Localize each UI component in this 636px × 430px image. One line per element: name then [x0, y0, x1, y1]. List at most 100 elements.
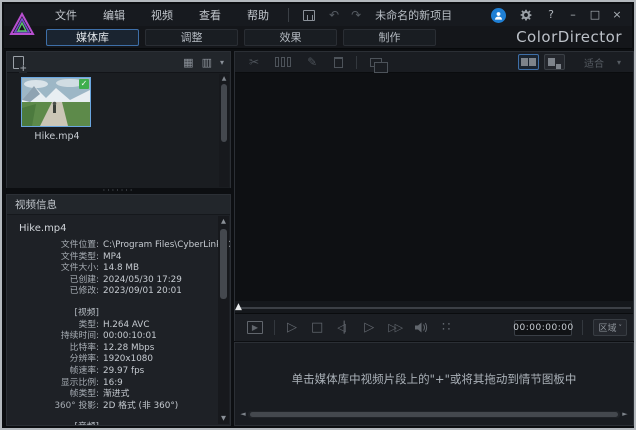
app-logo — [6, 4, 38, 44]
info-row-file-location: 文件位置: C:\Program Files\CyberLink\Color..… — [7, 240, 216, 252]
menu-help[interactable]: 帮助 — [234, 4, 282, 26]
import-media-icon[interactable] — [13, 56, 24, 69]
tab-adjustment[interactable]: 调整 — [145, 29, 238, 46]
menu-view[interactable]: 查看 — [186, 4, 234, 26]
tab-produce[interactable]: 制作 — [343, 29, 436, 46]
next-frame-button[interactable]: ▷ — [364, 316, 374, 340]
info-scrollbar[interactable]: ▲ ▼ — [218, 216, 229, 424]
field-label: 文件类型: — [7, 252, 99, 264]
scroll-left-icon[interactable]: ◄ — [238, 410, 248, 418]
menu-video[interactable]: 视频 — [138, 4, 186, 26]
info-section-video: [视频] — [7, 308, 216, 320]
info-row-file-type: 文件类型: MP4 — [7, 252, 216, 264]
save-project-icon[interactable] — [303, 10, 315, 21]
info-row-resolution: 分辨率: 1920x1080 — [7, 354, 216, 366]
preview-panel: ✂ ✎ 适合 ▾ ▲ ▶ ▷ □ ◁▏ ▷ ▷▷ — [234, 51, 634, 341]
seek-bar[interactable]: ▲ — [235, 301, 633, 313]
undo-icon[interactable]: ↶ — [323, 5, 345, 25]
field-value: 12.28 Mbps — [103, 343, 154, 355]
field-label: 帧类型: — [7, 389, 99, 401]
preview-quality-dropdown[interactable]: 区域 ˅ — [593, 319, 627, 336]
info-scrollbar-thumb[interactable] — [220, 229, 227, 299]
view-options-caret-icon[interactable]: ▾ — [220, 58, 224, 67]
module-tabs: 媒体库 调整 效果 制作 — [46, 29, 436, 46]
timecode-display[interactable]: 00:00:00:00 — [514, 320, 572, 336]
preview-toolbar: ✂ ✎ 适合 ▾ — [235, 52, 633, 73]
snapshot-icon[interactable] — [370, 58, 382, 67]
field-value: 14.8 MB — [103, 263, 139, 275]
menu-file[interactable]: 文件 — [42, 4, 90, 26]
zoom-fit-label[interactable]: 适合 — [584, 55, 604, 70]
field-value: 1920x1080 — [103, 354, 153, 366]
info-file-name: Hike.mp4 — [7, 215, 230, 240]
previous-frame-button[interactable]: ◁▏ — [337, 316, 350, 340]
field-value: 渐进式 — [103, 389, 129, 401]
scroll-up-icon[interactable]: ▲ — [221, 216, 226, 227]
toolbar-divider — [288, 8, 289, 22]
field-label: 文件大小: — [7, 263, 99, 275]
menu-edit[interactable]: 编辑 — [90, 4, 138, 26]
scroll-up-icon[interactable]: ▲ — [222, 74, 227, 83]
media-scrollbar[interactable]: ▲ — [219, 74, 229, 187]
scroll-right-icon[interactable]: ► — [620, 410, 630, 418]
media-library-panel: ▦ ▥ ▾ — [6, 51, 231, 188]
seek-track[interactable] — [237, 307, 631, 309]
account-icon[interactable] — [491, 8, 506, 23]
info-row-framerate: 帧速率: 29.97 fps — [7, 366, 216, 378]
storyboard-scrollbar-thumb[interactable] — [250, 412, 618, 417]
app-brand-name: ColorDirector — [516, 28, 622, 46]
close-button[interactable]: × — [608, 5, 626, 25]
compare-split-view-button[interactable] — [544, 54, 565, 70]
info-row-360-projection: 360° 投影: 2D 格式 (非 360°) — [7, 401, 216, 413]
grid-view-large-icon[interactable]: ▥ — [202, 56, 212, 69]
tab-effects[interactable]: 效果 — [244, 29, 337, 46]
maximize-button[interactable]: □ — [586, 5, 604, 25]
video-preview-area — [235, 73, 633, 301]
delete-clip-icon[interactable] — [334, 57, 343, 68]
tab-media-library[interactable]: 媒体库 — [46, 29, 139, 46]
media-clip-item[interactable]: ✓ Hike.mp4 — [21, 77, 93, 142]
storyboard-scrollbar-track[interactable] — [248, 411, 620, 418]
field-label: 分辨率: — [7, 354, 99, 366]
volume-button[interactable] — [415, 322, 428, 333]
field-value: 2024/05/30 17:29 — [103, 275, 182, 287]
section-label: [音频] — [7, 422, 99, 426]
video-info-panel: 视频信息 Hike.mp4 文件位置: C:\Program Files\Cyb… — [6, 194, 231, 426]
controls-divider — [582, 320, 583, 335]
title-bar: 文件 编辑 视频 查看 帮助 ↶ ↷ 未命名的新项目 ? – — [4, 4, 632, 26]
help-button[interactable]: ? — [542, 5, 560, 25]
gear-icon — [520, 9, 532, 21]
trim-clip-icon[interactable] — [275, 57, 291, 67]
media-library-content: ✓ Hike.mp4 ▲ — [7, 73, 230, 188]
grid-view-small-icon[interactable]: ▦ — [183, 56, 193, 69]
split-clip-icon[interactable]: ✂ — [249, 53, 259, 71]
compare-side-by-side-button[interactable] — [518, 54, 539, 70]
play-button[interactable]: ▷ — [287, 316, 297, 340]
menu-bar: 文件 编辑 视频 查看 帮助 — [42, 4, 282, 26]
info-scrollbar-track[interactable] — [220, 227, 227, 413]
stop-button[interactable]: □ — [311, 316, 323, 340]
info-row-duration: 持续时间: 00:00:10:01 — [7, 331, 216, 343]
video-info-title: 视频信息 — [15, 197, 57, 212]
controls-divider — [274, 320, 275, 335]
clip-name-label: Hike.mp4 — [21, 131, 93, 142]
storyboard-scrollbar[interactable]: ◄ ► — [238, 409, 630, 419]
zoom-fit-caret-icon[interactable]: ▾ — [617, 58, 621, 67]
field-label: 比特率: — [7, 343, 99, 355]
playback-controls: ▶ ▷ □ ◁▏ ▷ ▷▷ ∷ 00:00:00:00 区域 ˅ — [235, 313, 633, 341]
field-label: 已修改: — [7, 286, 99, 298]
clip-thumbnail[interactable]: ✓ — [21, 77, 91, 127]
settings-gear-icon[interactable] — [514, 9, 538, 21]
minimize-button[interactable]: – — [564, 5, 582, 25]
preview-window-button[interactable]: ▶ — [247, 321, 263, 334]
frame-grid-button[interactable]: ∷ — [442, 316, 450, 340]
pen-edit-icon[interactable]: ✎ — [307, 53, 317, 71]
redo-icon[interactable]: ↷ — [345, 5, 367, 25]
field-value: MP4 — [103, 252, 122, 264]
media-scrollbar-thumb[interactable] — [221, 84, 227, 142]
fast-forward-button[interactable]: ▷▷ — [388, 316, 401, 340]
field-value: 16:9 — [103, 378, 123, 390]
info-row-aspect-ratio: 显示比例: 16:9 — [7, 378, 216, 390]
scroll-down-icon[interactable]: ▼ — [221, 413, 226, 424]
playhead-marker[interactable]: ▲ — [235, 302, 242, 312]
